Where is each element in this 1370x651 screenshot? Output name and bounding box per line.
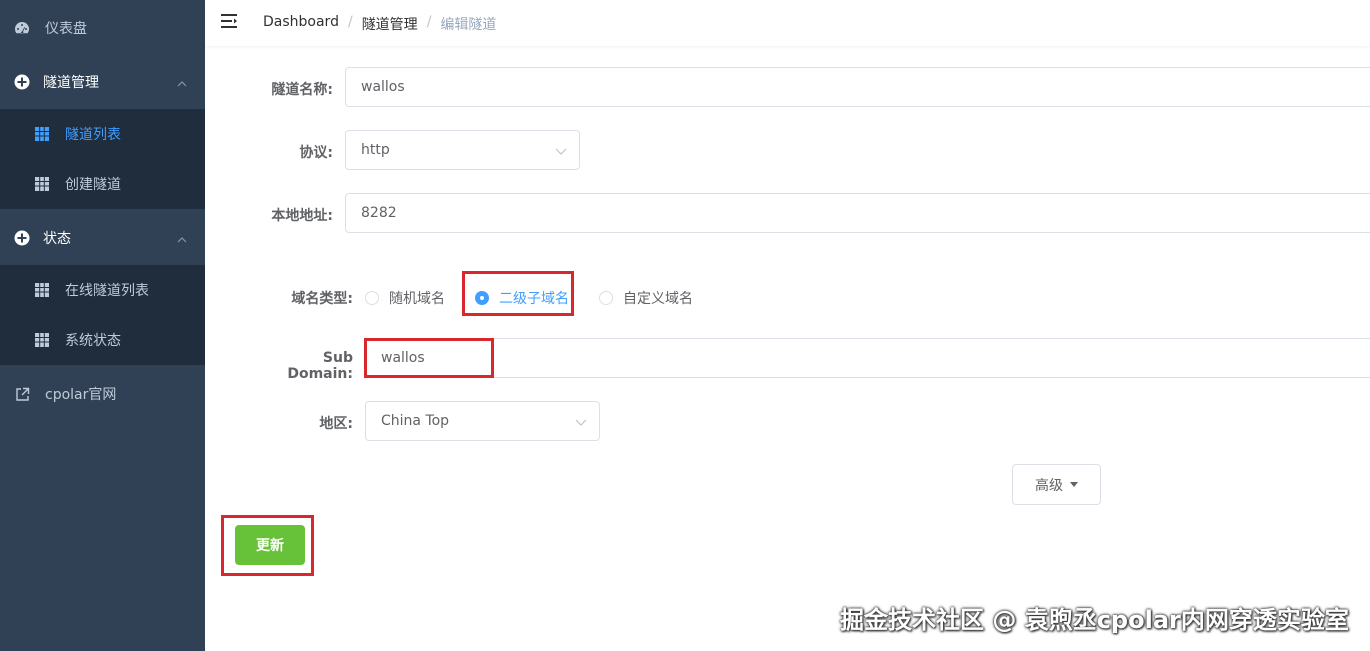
domain-type-label: 域名类型: xyxy=(291,291,353,307)
breadcrumb-edit-tunnel: 编辑隧道 xyxy=(440,17,497,33)
radio-random-domain[interactable]: 随机域名 xyxy=(365,288,445,308)
protocol-value: http xyxy=(361,142,390,158)
sidebar-item-label: 系统状态 xyxy=(65,333,121,349)
local-address-input[interactable]: 8282 xyxy=(345,193,1370,233)
chevron-up-icon xyxy=(177,77,187,87)
table-icon xyxy=(35,333,49,347)
hamburger-icon[interactable] xyxy=(221,13,239,29)
radio-circle xyxy=(599,291,613,305)
sidebar-item-label: 创建隧道 xyxy=(65,177,121,193)
sidebar-item-label: 隧道管理 xyxy=(43,75,99,91)
sidebar-group-status[interactable]: 状态 xyxy=(0,210,205,266)
sidebar-item-label: 状态 xyxy=(43,231,71,247)
radio-circle xyxy=(365,291,379,305)
chevron-down-icon xyxy=(575,416,587,428)
top-navbar: Dashboard / 隧道管理 / 编辑隧道 xyxy=(205,0,1370,46)
sidebar: 仪表盘 隧道管理 隧道列表 创建隧道 状态 在线隧道列表 系统状态 cpolar… xyxy=(0,0,205,651)
plus-circle-icon xyxy=(14,74,30,90)
subdomain-label: Sub Domain: xyxy=(287,350,353,382)
breadcrumb: Dashboard / 隧道管理 / 编辑隧道 xyxy=(263,14,496,34)
external-link-icon xyxy=(14,386,30,402)
sidebar-item-label: 在线隧道列表 xyxy=(65,283,149,299)
highlight-box-update-button xyxy=(221,515,314,576)
breadcrumb-dashboard[interactable]: Dashboard xyxy=(263,14,339,34)
breadcrumb-tunnel-management[interactable]: 隧道管理 xyxy=(362,14,418,34)
dashboard-icon xyxy=(14,20,30,36)
advanced-label: 高级 xyxy=(1035,477,1063,494)
breadcrumb-separator: / xyxy=(347,14,353,30)
table-icon xyxy=(35,127,49,141)
highlight-box-subdomain-option xyxy=(462,271,574,316)
breadcrumb-separator: / xyxy=(426,14,432,30)
chevron-down-icon xyxy=(555,145,567,157)
highlight-box-subdomain-input xyxy=(364,338,494,378)
radio-label: 随机域名 xyxy=(389,291,445,307)
tunnel-name-input[interactable]: wallos xyxy=(345,67,1370,107)
protocol-select[interactable]: http xyxy=(345,130,580,170)
caret-down-icon xyxy=(1070,482,1078,487)
sidebar-item-label: 仪表盘 xyxy=(45,21,87,37)
sidebar-item-create-tunnel[interactable]: 创建隧道 xyxy=(0,159,205,209)
sidebar-item-online-tunnels[interactable]: 在线隧道列表 xyxy=(0,265,205,315)
region-value: China Top xyxy=(381,413,450,429)
tunnel-name-label: 隧道名称: xyxy=(271,82,333,98)
plus-circle-icon xyxy=(14,230,30,246)
radio-custom-domain[interactable]: 自定义域名 xyxy=(599,288,693,308)
sidebar-item-system-status[interactable]: 系统状态 xyxy=(0,315,205,365)
tunnel-name-value: wallos xyxy=(361,79,405,95)
advanced-button[interactable]: 高级 xyxy=(1012,464,1101,505)
protocol-label: 协议: xyxy=(299,145,333,161)
chevron-up-icon xyxy=(177,233,187,243)
table-icon xyxy=(35,177,49,191)
local-address-label: 本地地址: xyxy=(271,208,333,224)
local-address-value: 8282 xyxy=(361,205,397,221)
sidebar-item-label: 隧道列表 xyxy=(65,127,121,143)
region-label: 地区: xyxy=(319,416,353,432)
table-icon xyxy=(35,283,49,297)
sidebar-item-cpolar-website[interactable]: cpolar官网 xyxy=(0,366,205,422)
sidebar-item-label: cpolar官网 xyxy=(45,387,117,403)
watermark: 掘金技术社区 @ 袁煦丞cpolar内网穿透实验室 xyxy=(840,606,1349,634)
subdomain-input[interactable]: wallos xyxy=(365,338,1370,378)
region-select[interactable]: China Top xyxy=(365,401,600,441)
radio-label: 自定义域名 xyxy=(623,291,693,307)
sidebar-item-tunnel-list[interactable]: 隧道列表 xyxy=(0,109,205,159)
sidebar-item-dashboard[interactable]: 仪表盘 xyxy=(0,0,205,56)
sidebar-group-tunnel-management[interactable]: 隧道管理 xyxy=(0,54,205,110)
